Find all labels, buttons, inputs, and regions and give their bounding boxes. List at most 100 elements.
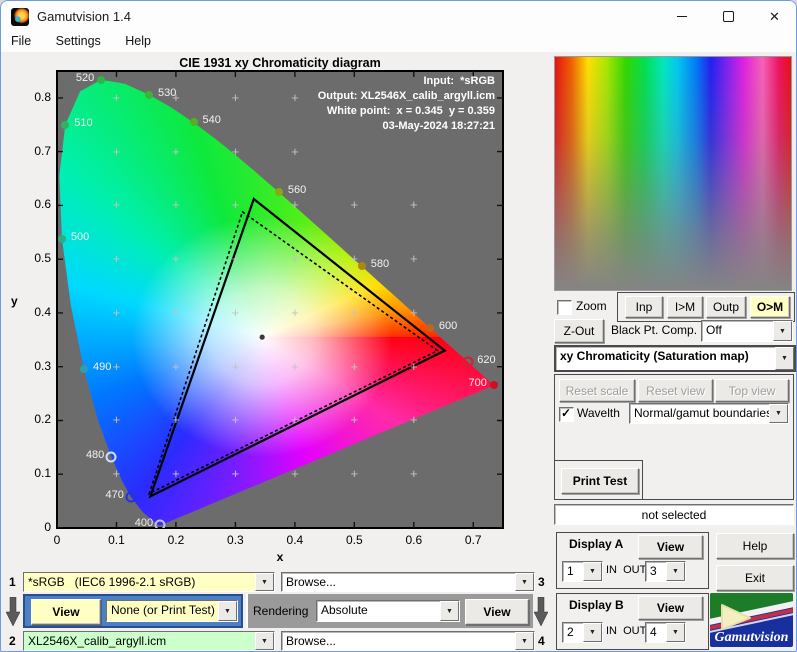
output-profile-select[interactable]: XL2546X_calib_argyll.icm ▼ xyxy=(23,631,275,651)
zoom-checkbox-label: Zoom xyxy=(576,299,607,313)
i-to-m-button[interactable]: I>M xyxy=(667,296,703,318)
x-tick-label: 0.6 xyxy=(405,533,423,547)
chevron-down-icon[interactable]: ▼ xyxy=(440,601,459,621)
wavelength-label: 620 xyxy=(477,354,496,367)
print-test-button[interactable]: Print Test xyxy=(561,468,639,494)
display-b-view-button[interactable]: View xyxy=(638,596,703,620)
flow-down-arrow-left xyxy=(6,597,20,627)
black-pt-comp-select[interactable]: Off ▼ xyxy=(701,320,793,342)
axis-ticks xyxy=(57,71,503,528)
slot-1-number: 1 xyxy=(9,575,16,589)
title-bar: Gamutvision 1.4 ✕ xyxy=(1,1,796,32)
display-a-inout-label: IN OUT xyxy=(606,564,647,576)
grid-marker: + xyxy=(231,358,240,374)
x-axis-label: x xyxy=(276,550,284,564)
display-b-title: Display B xyxy=(569,598,624,612)
x-tick-label: 0.5 xyxy=(345,533,363,547)
y-tick-label: 0.3 xyxy=(34,358,51,373)
y-tick-label: 0.7 xyxy=(34,143,51,158)
reset-scale-button[interactable]: Reset scale xyxy=(559,379,635,402)
display-a-view-button[interactable]: View xyxy=(638,535,703,559)
grid-marker: + xyxy=(112,89,121,105)
chevron-down-icon[interactable]: ▼ xyxy=(218,601,237,621)
browse-output-select[interactable]: Browse... ▼ xyxy=(281,631,535,651)
close-button[interactable]: ✕ xyxy=(751,1,796,32)
wavelth-checkbox[interactable] xyxy=(559,406,574,422)
display-b-in-select[interactable]: 2 ▼ xyxy=(562,622,603,643)
rendering-intent-select[interactable]: Absolute ▼ xyxy=(316,600,460,622)
view-output-button[interactable]: View xyxy=(465,599,529,625)
grid-marker: + xyxy=(172,143,180,159)
chevron-down-icon[interactable]: ▼ xyxy=(255,632,274,650)
view-input-button[interactable]: View xyxy=(31,599,101,625)
grid-marker: + xyxy=(291,250,299,266)
grid-marker: + xyxy=(410,304,418,320)
wavelength-dot xyxy=(357,262,366,271)
saturation-map-preview xyxy=(554,56,792,291)
chevron-down-icon[interactable]: ▼ xyxy=(775,347,794,370)
chevron-down-icon[interactable]: ▼ xyxy=(769,404,788,423)
window-title: Gamutvision 1.4 xyxy=(37,9,131,24)
reset-view-button[interactable]: Reset view xyxy=(638,379,713,402)
grid-marker: + xyxy=(410,412,418,428)
grid-marker: + xyxy=(291,412,299,428)
wavelength-label: 470 xyxy=(105,488,124,501)
grid-marker: + xyxy=(172,358,180,374)
input-profile-select[interactable]: *sRGB (IEC6 1996-2.1 sRGB) ▼ xyxy=(23,572,275,592)
x-tick-label: 0 xyxy=(53,533,61,547)
wavelength-label: 560 xyxy=(287,184,307,197)
wavelength-label: 520 xyxy=(75,71,95,84)
grid-marker: + xyxy=(291,465,299,481)
display-b-out-select[interactable]: 4 ▼ xyxy=(645,622,686,643)
inp-button[interactable]: Inp xyxy=(625,296,663,318)
slot-4-number: 4 xyxy=(538,634,545,648)
chevron-down-icon[interactable]: ▼ xyxy=(515,573,534,591)
logo-text: Gamutvision xyxy=(714,630,789,645)
view-mode-select[interactable]: xy Chromaticity (Saturation map) ▼ xyxy=(554,345,796,372)
menu-settings[interactable]: Settings xyxy=(46,32,111,50)
display-a-title: Display A xyxy=(569,537,624,551)
maximize-button[interactable] xyxy=(705,1,751,32)
chromaticity-figure: CIE 1931 xy Chromaticity diagram Input: … xyxy=(1,52,547,566)
rendering-label: Rendering xyxy=(253,604,309,618)
simulation-select[interactable]: None (or Print Test) ▼ xyxy=(106,600,238,622)
exit-button[interactable]: Exit xyxy=(716,565,794,591)
browse-input-select[interactable]: Browse... ▼ xyxy=(281,572,535,592)
z-out-button[interactable]: Z-Out xyxy=(554,319,604,343)
display-b-inout-label: IN OUT xyxy=(606,625,647,637)
grid-marker: + xyxy=(350,465,359,481)
menu-file[interactable]: File xyxy=(1,32,41,50)
o-to-m-button[interactable]: O>M xyxy=(750,296,790,318)
minimize-button[interactable] xyxy=(659,1,705,32)
top-view-button[interactable]: Top view xyxy=(715,379,789,402)
status-field: not selected xyxy=(554,504,794,525)
maximize-icon xyxy=(722,11,734,22)
grid-marker: + xyxy=(350,197,359,213)
grid-marker: + xyxy=(172,465,180,481)
menu-help[interactable]: Help xyxy=(115,32,161,50)
flow-down-arrow-right xyxy=(534,597,548,627)
grid-marker: + xyxy=(231,304,240,320)
slot-2-number: 2 xyxy=(9,634,16,648)
chevron-down-icon[interactable]: ▼ xyxy=(666,623,685,642)
black-pt-comp-label: Black Pt. Comp. xyxy=(611,323,698,337)
chevron-down-icon[interactable]: ▼ xyxy=(666,562,685,581)
grid-marker: + xyxy=(172,412,180,428)
grid-marker: + xyxy=(231,197,240,213)
y-tick-label: 0 xyxy=(44,520,51,534)
chevron-down-icon[interactable]: ▼ xyxy=(583,562,602,581)
gamutvision-logo: Gamutvision xyxy=(710,593,793,647)
chevron-down-icon[interactable]: ▼ xyxy=(773,321,792,341)
chevron-down-icon[interactable]: ▼ xyxy=(255,573,274,591)
zoom-checkbox[interactable] xyxy=(557,300,572,315)
white-point-marker xyxy=(259,334,265,340)
outp-button[interactable]: Outp xyxy=(706,296,746,318)
y-tick-label: 0.8 xyxy=(34,89,51,104)
help-button[interactable]: Help xyxy=(716,533,794,559)
chevron-down-icon[interactable]: ▼ xyxy=(515,632,534,650)
boundaries-select[interactable]: Normal/gamut boundaries ▼ xyxy=(629,403,789,424)
x-tick-label: 0.1 xyxy=(108,533,125,547)
display-a-out-select[interactable]: 3 ▼ xyxy=(645,561,686,582)
chevron-down-icon[interactable]: ▼ xyxy=(583,623,602,642)
display-a-in-select[interactable]: 1 ▼ xyxy=(562,561,603,582)
